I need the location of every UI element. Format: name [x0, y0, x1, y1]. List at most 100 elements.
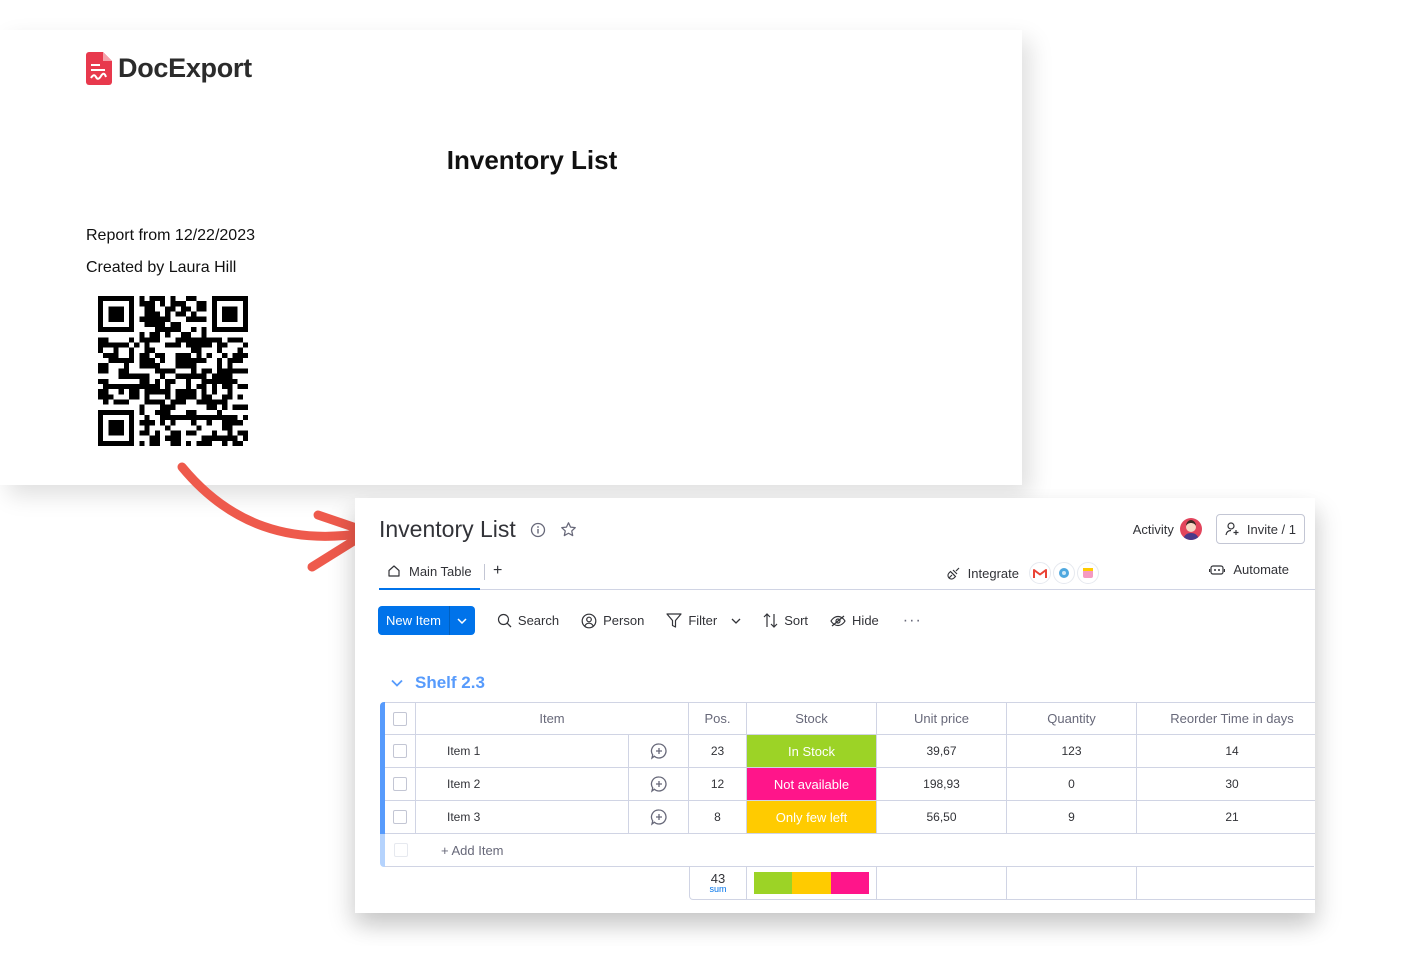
- sort-button[interactable]: Sort: [763, 613, 808, 628]
- column-header-pos[interactable]: Pos.: [689, 702, 747, 735]
- column-header-stock[interactable]: Stock: [747, 702, 877, 735]
- chevron-down-icon[interactable]: [731, 618, 741, 624]
- item-name[interactable]: Item 3: [416, 801, 629, 834]
- column-header-quantity[interactable]: Quantity: [1007, 702, 1137, 735]
- add-view-button[interactable]: +: [493, 562, 502, 580]
- person-label: Person: [603, 613, 645, 628]
- unit-price-cell[interactable]: 198,93: [877, 768, 1007, 801]
- quantity-cell[interactable]: 123: [1007, 735, 1137, 768]
- screenshot: DocExport Inventory List Report from 12/…: [0, 0, 1420, 970]
- battery-segment: [830, 872, 869, 894]
- chevron-down-icon[interactable]: [391, 679, 403, 687]
- pos-cell[interactable]: 23: [689, 735, 747, 768]
- group-title[interactable]: Shelf 2.3: [415, 673, 485, 693]
- activity-button[interactable]: Activity: [1133, 518, 1202, 540]
- more-options-button[interactable]: ···: [903, 612, 922, 630]
- stock-status[interactable]: Only few left: [747, 801, 877, 834]
- filter-button[interactable]: Filter: [666, 613, 741, 628]
- tab-main-table[interactable]: Main Table: [379, 554, 480, 590]
- document-icon: [86, 52, 112, 85]
- integrate-label: Integrate: [967, 565, 1019, 581]
- sort-label: Sort: [784, 613, 809, 628]
- item-name[interactable]: Item 1: [416, 735, 629, 768]
- quantity-cell[interactable]: 0: [1007, 768, 1137, 801]
- search-icon: [497, 613, 512, 628]
- tab-label: Main Table: [409, 563, 472, 579]
- select-all-checkbox[interactable]: [393, 711, 407, 726]
- summary-row: 43 sum: [380, 867, 1315, 900]
- row-select-cell: [385, 801, 416, 834]
- add-update-icon[interactable]: [650, 775, 668, 793]
- reorder-summary-cell: [1137, 867, 1315, 900]
- unit-price-cell[interactable]: 39,67: [877, 735, 1007, 768]
- row-checkbox[interactable]: [393, 810, 407, 824]
- row-select-cell: [385, 735, 416, 768]
- pos-summary-cell: 43 sum: [689, 867, 747, 900]
- reorder-time-cell[interactable]: 30: [1137, 768, 1315, 801]
- home-icon: [388, 565, 400, 577]
- invite-button[interactable]: Invite / 1: [1215, 514, 1305, 544]
- report-date: Report from 12/22/2023: [86, 227, 255, 244]
- integrate-icon: [947, 567, 960, 580]
- add-update-icon[interactable]: [650, 808, 668, 826]
- table-row: Item 3 8 Only few left 56,50 9 21: [380, 801, 1315, 834]
- column-header-unit-price[interactable]: Unit price: [877, 702, 1007, 735]
- pos-sum-label: sum: [709, 884, 727, 894]
- view-tabs: Main Table + Integrate Automate: [379, 554, 1315, 590]
- updates-cell: [629, 735, 689, 768]
- header-actions: Activity Invite / 1: [1133, 514, 1305, 544]
- reorder-time-cell[interactable]: 14: [1137, 735, 1315, 768]
- board-title: Inventory List: [379, 516, 516, 542]
- item-name[interactable]: Item 2: [416, 768, 629, 801]
- pos-cell[interactable]: 12: [689, 768, 747, 801]
- board-window: Inventory List Activity Invite / 1 Main …: [355, 498, 1315, 913]
- row-select-cell: [385, 768, 416, 801]
- gmail-icon: [1029, 562, 1051, 584]
- search-button[interactable]: Search: [497, 613, 559, 628]
- table-row: Item 2 12 Not available 198,93 0 30: [380, 768, 1315, 801]
- column-header-reorder-time[interactable]: Reorder Time in days: [1137, 702, 1315, 735]
- person-icon: [581, 613, 597, 628]
- star-icon[interactable]: [560, 521, 577, 538]
- hide-label: Hide: [852, 613, 879, 628]
- column-header-item[interactable]: Item: [416, 702, 689, 735]
- created-by: Created by Laura Hill: [86, 259, 237, 276]
- battery-segment: [792, 872, 831, 894]
- search-label: Search: [517, 613, 560, 628]
- stock-status[interactable]: Not available: [747, 768, 877, 801]
- reorder-time-cell[interactable]: 21: [1137, 801, 1315, 834]
- eye-off-icon: [830, 615, 846, 626]
- row-checkbox[interactable]: [393, 744, 407, 758]
- stock-status[interactable]: In Stock: [747, 735, 877, 768]
- pos-cell[interactable]: 8: [689, 801, 747, 834]
- app-icon: [1053, 562, 1075, 584]
- quantity-summary-cell: [1007, 867, 1137, 900]
- add-item-input[interactable]: + Add Item: [416, 834, 1314, 867]
- battery-segment: [754, 872, 793, 894]
- group-header[interactable]: Shelf 2.3: [391, 673, 485, 693]
- integrate-button[interactable]: Integrate: [946, 562, 1099, 584]
- person-button[interactable]: Person: [581, 613, 644, 629]
- unit-price-cell[interactable]: 56,50: [877, 801, 1007, 834]
- info-icon[interactable]: [530, 522, 546, 538]
- chevron-down-icon[interactable]: [450, 606, 475, 635]
- new-item-label[interactable]: New Item: [378, 606, 450, 635]
- calendar-icon: [1077, 562, 1099, 584]
- document-preview: DocExport Inventory List Report from 12/…: [0, 30, 1022, 485]
- summary-spacer: [380, 867, 689, 900]
- automate-button[interactable]: Automate: [1209, 562, 1289, 577]
- new-item-button[interactable]: New Item: [378, 606, 475, 635]
- table-header: Item Pos. Stock Unit price Quantity Reor…: [380, 702, 1315, 735]
- select-all-cell: [385, 702, 416, 735]
- quantity-cell[interactable]: 9: [1007, 801, 1137, 834]
- row-select-cell: [385, 834, 416, 867]
- robot-icon: [1209, 564, 1226, 575]
- stock-summary-cell[interactable]: [747, 867, 877, 900]
- hide-button[interactable]: Hide: [830, 613, 879, 628]
- row-checkbox[interactable]: [393, 777, 407, 791]
- activity-label: Activity: [1132, 521, 1174, 537]
- filter-icon: [666, 613, 682, 628]
- document-title: Inventory List: [446, 145, 618, 175]
- avatar: [1179, 518, 1202, 540]
- add-update-icon[interactable]: [650, 742, 668, 760]
